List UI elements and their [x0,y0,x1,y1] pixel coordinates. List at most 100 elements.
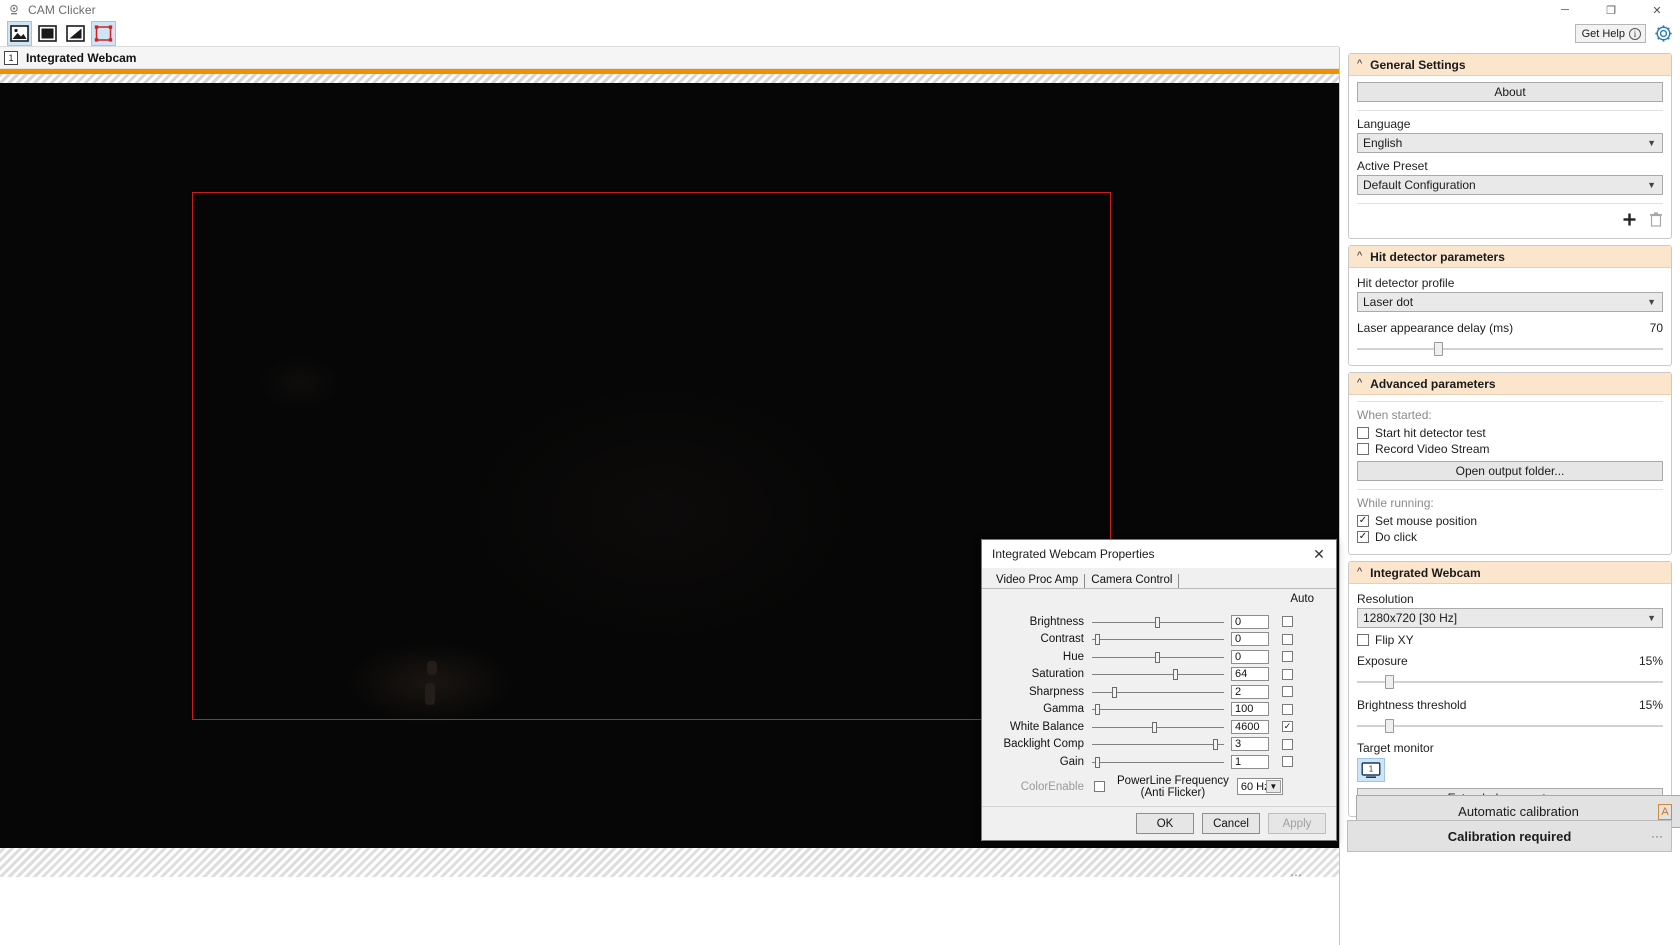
control-auto-checkbox[interactable] [1282,704,1293,715]
tab-camera-control[interactable]: Camera Control [1085,574,1179,588]
control-auto-checkbox[interactable] [1282,686,1293,697]
control-row: Backlight Comp3 [992,736,1326,754]
control-value-input[interactable]: 1 [1231,755,1269,769]
panel-title: Advanced parameters [1370,377,1495,391]
control-value-input[interactable]: 0 [1231,650,1269,664]
slider-thumb[interactable] [1173,669,1178,680]
control-slider[interactable] [1092,719,1224,735]
panel-webcam-header[interactable]: ^ Integrated Webcam [1349,562,1671,584]
panel-hit-detector-header[interactable]: ^ Hit detector parameters [1349,246,1671,268]
control-slider[interactable] [1092,736,1224,752]
control-row: Sharpness2 [992,683,1326,701]
maximize-button[interactable]: ❐ [1588,0,1634,20]
control-row: Saturation64 [992,666,1326,684]
auto-column-header: Auto [1290,593,1314,605]
contrast-icon[interactable] [63,21,88,46]
checkbox-set-mouse-position[interactable]: ✓ Set mouse position [1357,514,1663,528]
slider-thumb[interactable] [1095,634,1100,645]
brightness-threshold-label: Brightness threshold [1357,698,1466,712]
control-slider[interactable] [1092,649,1224,665]
control-slider[interactable] [1092,754,1224,770]
close-button[interactable]: ✕ [1634,0,1680,20]
control-auto-checkbox[interactable] [1282,756,1293,767]
minimize-button[interactable]: ─ [1542,0,1588,20]
image-icon[interactable] [7,21,32,46]
control-label: Contrast [992,633,1092,645]
hit-detector-profile-select[interactable]: Laser dot ▼ [1357,292,1663,312]
checkbox-do-click[interactable]: ✓ Do click [1357,530,1663,544]
control-value-input[interactable]: 4600 [1231,720,1269,734]
control-label: Gain [992,756,1092,768]
checkbox-record-video-stream[interactable]: Record Video Stream [1357,442,1663,456]
powerline-select[interactable]: 60 Hz ▼ [1237,778,1283,795]
control-label: Gamma [992,703,1092,715]
open-output-folder-button[interactable]: Open output folder... [1357,461,1663,481]
delete-preset-icon[interactable] [1649,212,1663,230]
color-enable-checkbox[interactable] [1094,781,1105,792]
language-select[interactable]: English ▼ [1357,133,1663,153]
slider-thumb[interactable] [1385,719,1394,733]
ok-button[interactable]: OK [1136,813,1194,834]
brightness-threshold-slider[interactable] [1357,718,1663,734]
slider-thumb[interactable] [1095,757,1100,768]
control-value-input[interactable]: 64 [1231,667,1269,681]
slider-thumb[interactable] [1213,739,1218,750]
panel-general-settings: ^ General Settings About Language Englis… [1348,53,1672,239]
dialog-body: Auto Brightness0Contrast0Hue0Saturation6… [982,589,1336,801]
resolution-select[interactable]: 1280x720 [30 Hz] ▼ [1357,608,1663,628]
control-auto-checkbox[interactable]: ✓ [1282,721,1293,732]
status-dots[interactable]: ··· [1651,829,1663,843]
control-auto-checkbox[interactable] [1282,669,1293,680]
slider-thumb[interactable] [1095,704,1100,715]
control-slider[interactable] [1092,631,1224,647]
control-value-input[interactable]: 100 [1231,702,1269,716]
app-icon [6,2,22,18]
slider-thumb[interactable] [1152,722,1157,733]
slider-thumb[interactable] [1434,342,1443,356]
control-auto-checkbox[interactable] [1282,651,1293,662]
gear-icon[interactable] [1652,23,1674,45]
resize-handle[interactable]: ⋯ [1290,868,1303,882]
control-slider[interactable] [1092,614,1224,630]
slider-thumb[interactable] [1385,675,1394,689]
apply-button[interactable]: Apply [1268,813,1326,834]
about-button[interactable]: About [1357,82,1663,102]
active-preset-select[interactable]: Default Configuration ▼ [1357,175,1663,195]
hit-detector-profile-value: Laser dot [1363,295,1413,309]
roi-rectangle[interactable] [192,192,1111,720]
control-value-input[interactable]: 0 [1231,632,1269,646]
exposure-slider[interactable] [1357,674,1663,690]
control-value-input[interactable]: 3 [1231,737,1269,751]
slider-thumb[interactable] [1155,617,1160,628]
get-help-button[interactable]: Get Help i [1575,24,1646,43]
tab-video-proc-amp[interactable]: Video Proc Amp [990,574,1085,588]
device-header[interactable]: 1 Integrated Webcam [0,47,1339,69]
checkbox-label: Flip XY [1375,633,1414,647]
slider-thumb[interactable] [1112,687,1117,698]
control-value-input[interactable]: 2 [1231,685,1269,699]
brightness-threshold-value: 15% [1639,698,1663,712]
control-slider[interactable] [1092,684,1224,700]
slider-thumb[interactable] [1155,652,1160,663]
panel-advanced-header[interactable]: ^ Advanced parameters [1349,373,1671,395]
fullscreen-icon[interactable] [35,21,60,46]
monitor-icon: 1 [1361,762,1381,779]
checkbox-flip-xy[interactable]: Flip XY [1357,633,1663,647]
control-auto-checkbox[interactable] [1282,739,1293,750]
dialog-title-bar: Integrated Webcam Properties ✕ [982,540,1336,568]
laser-delay-slider[interactable] [1357,341,1663,357]
control-auto-checkbox[interactable] [1282,616,1293,627]
control-auto-checkbox[interactable] [1282,634,1293,645]
control-value-input[interactable]: 0 [1231,615,1269,629]
control-slider[interactable] [1092,666,1224,682]
checkbox-start-hit-detector-test[interactable]: Start hit detector test [1357,426,1663,440]
powerline-label-line1: PowerLine Frequency [1117,775,1229,787]
add-preset-icon[interactable] [1622,212,1637,230]
dialog-close-button[interactable]: ✕ [1302,540,1336,568]
target-monitor-button[interactable]: 1 [1357,758,1385,782]
panel-general-settings-header[interactable]: ^ General Settings [1349,54,1671,76]
cancel-button[interactable]: Cancel [1202,813,1260,834]
hatch-strip-top [0,74,1339,83]
roi-icon[interactable] [91,21,116,46]
control-slider[interactable] [1092,701,1224,717]
